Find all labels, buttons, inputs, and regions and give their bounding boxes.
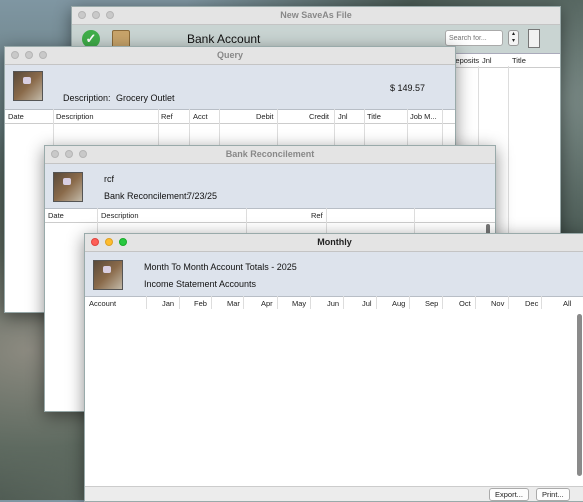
col-divider <box>277 296 278 309</box>
document-thumbnail <box>93 260 123 290</box>
col-divider <box>475 296 476 309</box>
col-oct[interactable]: Oct <box>459 299 471 308</box>
list-icon[interactable] <box>528 29 540 48</box>
col-jul[interactable]: Jul <box>362 299 372 308</box>
monthly-window: Monthly Month To Month Account Totals - … <box>84 233 583 502</box>
reconcile-date: 7/23/25 <box>187 191 218 201</box>
query-header: Description: Grocery Outlet $ 149.57 <box>5 65 455 110</box>
monthly-table-body[interactable] <box>85 310 583 487</box>
window-title: Monthly <box>317 237 352 247</box>
col-description[interactable]: Description <box>101 211 139 220</box>
reconcile-titlebar[interactable]: Bank Reconcilement <box>45 146 495 164</box>
document-thumbnail <box>13 71 43 101</box>
col-jnl[interactable]: Jnl <box>338 112 348 121</box>
col-divider <box>179 296 180 309</box>
col-divider <box>376 296 377 309</box>
col-ref[interactable]: Ref <box>311 211 323 220</box>
col-date[interactable]: Date <box>8 112 24 121</box>
description-label: Description: <box>63 93 111 103</box>
col-aug[interactable]: Aug <box>392 299 405 308</box>
export-button[interactable]: Export... <box>489 488 529 501</box>
col-acct[interactable]: Acct <box>193 112 208 121</box>
col-debit[interactable]: Debit <box>256 112 274 121</box>
monthly-titlebar[interactable]: Monthly <box>85 234 583 252</box>
col-divider <box>310 296 311 309</box>
reconcile-column-header: Date Description Ref <box>45 209 495 223</box>
col-jun[interactable]: Jun <box>327 299 339 308</box>
col-divider <box>243 296 244 309</box>
amount-value: $ 149.57 <box>390 83 426 93</box>
reconcile-header: rcf Bank Reconcilement: 7/23/25 <box>45 164 495 209</box>
user-label: rcf <box>104 174 114 184</box>
col-jnl[interactable]: Jnl <box>482 56 492 65</box>
window-title: Bank Reconcilement <box>225 149 315 159</box>
document-thumbnail <box>53 172 83 202</box>
col-feb[interactable]: Feb <box>194 299 207 308</box>
monthly-header: Month To Month Account Totals - 2025 Inc… <box>85 252 583 297</box>
col-date[interactable]: Date <box>48 211 64 220</box>
description-value: Grocery Outlet <box>116 93 175 103</box>
col-divider <box>211 296 212 309</box>
col-may[interactable]: May <box>292 299 306 308</box>
col-mar[interactable]: Mar <box>227 299 240 308</box>
window-heading: Bank Account <box>187 32 261 46</box>
monthly-heading: Month To Month Account Totals - 2025 <box>144 262 297 272</box>
stepper-icon[interactable]: ▴ ▾ <box>508 30 519 46</box>
col-nov[interactable]: Nov <box>491 299 504 308</box>
query-column-header: Date Description Ref Acct Debit Credit J… <box>5 110 455 124</box>
col-divider <box>409 296 410 309</box>
col-all[interactable]: All <box>563 299 571 308</box>
col-divider <box>343 296 344 309</box>
monthly-subheading: Income Statement Accounts <box>144 279 257 289</box>
window-title: New SaveAs File <box>280 10 352 20</box>
reconcile-label: Bank Reconcilement: <box>104 191 190 201</box>
col-sep[interactable]: Sep <box>425 299 438 308</box>
window-title: Query <box>216 50 243 60</box>
col-dec[interactable]: Dec <box>525 299 538 308</box>
col-apr[interactable]: Apr <box>261 299 273 308</box>
col-account[interactable]: Account <box>89 299 116 308</box>
saveas-titlebar[interactable]: New SaveAs File <box>72 7 560 25</box>
col-divider <box>541 296 542 309</box>
col-jan[interactable]: Jan <box>162 299 174 308</box>
col-divider <box>508 296 509 309</box>
col-ref[interactable]: Ref <box>161 112 173 121</box>
search-input[interactable] <box>445 30 503 46</box>
col-title[interactable]: Title <box>367 112 381 121</box>
col-credit[interactable]: Credit <box>309 112 329 121</box>
col-divider <box>442 296 443 309</box>
col-title[interactable]: Title <box>512 56 526 65</box>
col-job[interactable]: Job M... <box>410 112 437 121</box>
col-divider <box>146 296 147 309</box>
col-description[interactable]: Description <box>56 112 94 121</box>
print-button[interactable]: Print... <box>536 488 570 501</box>
query-titlebar[interactable]: Query <box>5 47 455 65</box>
scrollbar-thumb[interactable] <box>577 314 582 476</box>
monthly-footer: Export... Print... <box>85 486 583 501</box>
